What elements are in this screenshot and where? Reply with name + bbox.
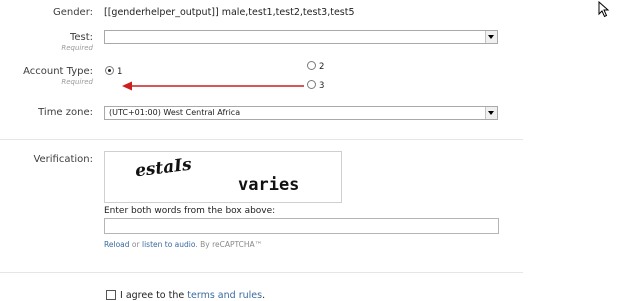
agree-checkbox[interactable]: [106, 290, 116, 300]
or-text: or: [131, 240, 140, 249]
account-type-required-note: Required: [61, 78, 93, 86]
captcha-input[interactable]: [104, 218, 499, 234]
test-select[interactable]: [104, 30, 498, 44]
section-divider: [0, 272, 523, 273]
account-type-radio-2[interactable]: [307, 61, 316, 70]
test-label: Test:: [69, 32, 93, 43]
verification-label: Verification:: [33, 154, 93, 165]
captcha-instructions: Enter both words from the box above:: [104, 206, 276, 216]
gender-value: [[genderhelper_output]] male,test1,test2…: [104, 7, 355, 18]
account-type-radio-2-label: 2: [319, 62, 325, 72]
account-type-radio-3-label: 3: [319, 81, 325, 91]
timezone-select-value: (UTC+01:00) West Central Africa: [109, 108, 241, 117]
reload-link[interactable]: Reload: [104, 240, 130, 249]
account-type-radio-3[interactable]: [307, 80, 316, 89]
dropdown-arrow-icon[interactable]: [485, 31, 497, 43]
captcha-word-2: varies: [238, 175, 300, 195]
account-type-radio-1[interactable]: [105, 66, 114, 75]
account-type-label: Account Type:: [23, 66, 93, 77]
section-divider: [0, 139, 523, 140]
dropdown-arrow-icon[interactable]: [485, 107, 497, 119]
agree-suffix: .: [262, 290, 266, 301]
agree-prefix: I agree to the: [120, 290, 185, 301]
terms-link[interactable]: terms and rules: [187, 290, 262, 301]
recaptcha-credit: . By reCAPTCHA™: [195, 240, 263, 249]
captcha-links: Reload or listen to audio. By reCAPTCHA™: [104, 240, 262, 249]
mouse-pointer-icon: [598, 1, 610, 18]
timezone-select[interactable]: (UTC+01:00) West Central Africa: [104, 106, 498, 120]
timezone-label: Time zone:: [38, 107, 93, 118]
test-required-note: Required: [61, 44, 93, 52]
agree-text: I agree to the terms and rules.: [120, 290, 265, 301]
account-type-radio-1-label: 1: [117, 67, 123, 77]
captcha-image: estaIs varies: [104, 151, 342, 203]
gender-label: Gender:: [52, 7, 93, 18]
captcha-word-1: estaIs: [133, 154, 193, 182]
annotation-arrow: [122, 81, 304, 91]
listen-audio-link[interactable]: listen to audio: [142, 240, 195, 249]
